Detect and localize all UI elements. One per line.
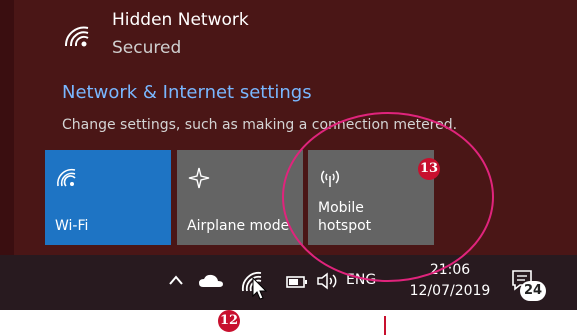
battery-icon[interactable] [286, 275, 308, 289]
wifi-icon [57, 168, 76, 187]
wifi-tile-label: Wi-Fi [55, 218, 89, 234]
flyout-edge [0, 0, 14, 255]
volume-icon[interactable] [316, 271, 340, 291]
mouse-cursor-icon [252, 277, 268, 300]
callout-12-badge: 12 [218, 310, 240, 332]
wifi-signal-icon [64, 26, 89, 47]
annotation-pointer-line [384, 316, 386, 335]
wifi-tile[interactable]: Wi-Fi [45, 150, 171, 245]
airplane-icon [188, 167, 210, 189]
highlight-circle-annotation [282, 112, 494, 282]
callout-13-badge: 13 [418, 158, 440, 180]
network-name[interactable]: Hidden Network [112, 10, 249, 30]
airplane-mode-tile-label: Airplane mode [187, 218, 290, 234]
notification-count-badge: 24 [520, 281, 546, 301]
onedrive-icon[interactable] [198, 273, 224, 289]
network-settings-link[interactable]: Network & Internet settings [62, 82, 312, 103]
clock-date[interactable]: 12/07/2019 [400, 283, 500, 299]
chevron-up-icon[interactable] [168, 273, 184, 287]
network-status: Secured [112, 38, 182, 58]
